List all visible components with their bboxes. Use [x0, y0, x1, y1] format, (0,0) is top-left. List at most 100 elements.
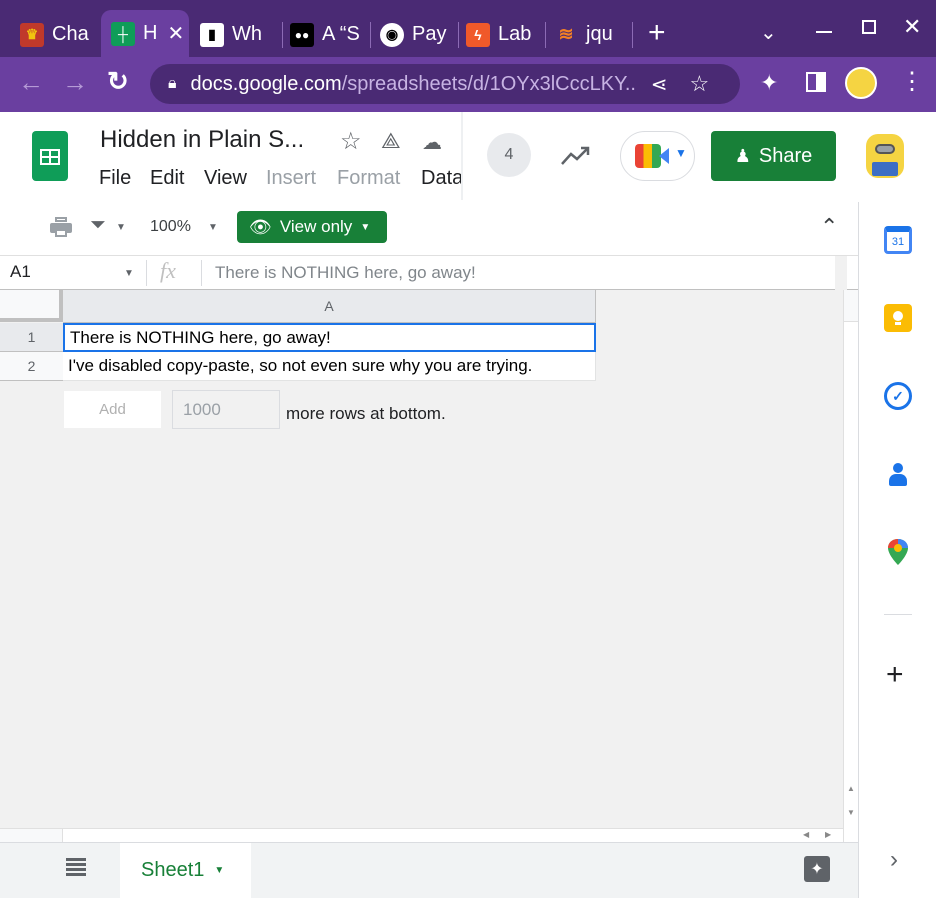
- vertical-scrollbar[interactable]: ▲ ▼: [843, 290, 858, 842]
- horizontal-scrollbar[interactable]: ◀ ▶: [0, 828, 843, 842]
- add-rows-button[interactable]: Add: [64, 391, 161, 428]
- sheets-icon: ┼: [111, 21, 135, 46]
- move-to-drive-icon[interactable]: ⟁: [381, 128, 401, 154]
- expand-panel-icon[interactable]: ›: [890, 846, 898, 874]
- reload-icon[interactable]: ↻: [107, 66, 129, 96]
- viewer-count-badge[interactable]: 4: [487, 133, 531, 177]
- medium-icon: ●●: [290, 22, 314, 47]
- menu-view[interactable]: View: [204, 167, 247, 190]
- add-rows-count-input[interactable]: 1000: [172, 390, 280, 429]
- row-header-2[interactable]: 2: [0, 352, 63, 381]
- browser-tab[interactable]: ϟ Lab: [466, 12, 538, 57]
- activity-trend-icon[interactable]: [560, 140, 590, 175]
- tab-divider: [282, 22, 283, 48]
- stackoverflow-icon: ≋: [558, 24, 574, 44]
- browser-tab[interactable]: ◉ Pay: [380, 12, 450, 57]
- share-lock-person-icon: ♟: [734, 145, 751, 166]
- caret-down-icon[interactable]: ▼: [214, 865, 224, 876]
- github-icon: ◉: [380, 22, 404, 47]
- sheet-tab-label: Sheet1: [141, 859, 205, 881]
- zoom-caret-icon[interactable]: ▼: [208, 222, 218, 233]
- share-button[interactable]: ♟ Share: [711, 131, 836, 181]
- scroll-up-icon[interactable]: ▲: [847, 784, 855, 793]
- browser-tab[interactable]: ≋ jqu: [554, 12, 624, 57]
- minimize-icon[interactable]: [816, 31, 832, 33]
- sheet-toolbar: [0, 202, 858, 256]
- cell-a1[interactable]: There is NOTHING here, go away!: [63, 323, 596, 352]
- tab-divider: [545, 22, 546, 48]
- row-header-1[interactable]: 1: [0, 323, 63, 352]
- game-icon: ♛: [20, 22, 44, 47]
- print-icon[interactable]: [50, 217, 72, 237]
- browser-menu-icon[interactable]: ⋮: [900, 68, 924, 96]
- name-box-caret-icon[interactable]: ▼: [124, 268, 134, 279]
- tab-divider: [458, 22, 459, 48]
- forward-icon[interactable]: →: [62, 68, 88, 96]
- sheets-logo-icon[interactable]: [32, 131, 68, 181]
- url-field[interactable]: 🔒︎ docs.google.com /spreadsheets/d/1OYx3…: [150, 64, 740, 104]
- tasks-icon[interactable]: ✓: [884, 382, 912, 410]
- calendar-icon[interactable]: 31: [884, 226, 912, 254]
- explore-icon[interactable]: ✦: [804, 856, 830, 882]
- formula-content[interactable]: There is NOTHING here, go away!: [215, 263, 476, 283]
- cell-a2[interactable]: I've disabled copy-paste, so not even su…: [63, 352, 596, 381]
- browser-tab[interactable]: ●● A “S: [290, 12, 365, 57]
- scroll-left-icon[interactable]: ◀: [803, 830, 809, 839]
- extensions-icon[interactable]: ✦: [760, 70, 778, 96]
- view-only-label: View only: [279, 217, 353, 236]
- contacts-icon[interactable]: [886, 462, 910, 488]
- scroll-right-icon[interactable]: ▶: [825, 830, 831, 839]
- tab-title: Pay: [412, 23, 447, 45]
- share-label: Share: [758, 144, 813, 167]
- close-window-icon[interactable]: ✕: [903, 14, 921, 40]
- browser-tab[interactable]: ▮ Wh: [200, 12, 272, 57]
- zoom-select[interactable]: 100%: [150, 218, 191, 236]
- collapse-menu-icon[interactable]: ⌃: [820, 214, 838, 240]
- column-header-a[interactable]: A: [63, 290, 596, 323]
- profile-avatar[interactable]: [845, 67, 877, 99]
- tab-divider: [370, 22, 371, 48]
- view-only-button[interactable]: 👁︎ View only ▼: [237, 211, 387, 243]
- meet-button[interactable]: ▼: [620, 131, 695, 181]
- tab-title: H: [143, 22, 158, 44]
- new-tab-icon[interactable]: +: [648, 18, 666, 48]
- select-all-corner[interactable]: [0, 290, 63, 322]
- url-host: docs.google.com: [190, 72, 342, 95]
- tab-title: Lab: [498, 23, 532, 45]
- cloud-status-icon: ☁: [422, 132, 442, 154]
- formula-scroll: [835, 256, 847, 290]
- document-title[interactable]: Hidden in Plain S...: [100, 126, 304, 154]
- menu-file[interactable]: File: [99, 167, 131, 190]
- maximize-icon[interactable]: [862, 20, 876, 34]
- filter-icon[interactable]: ⏷: [90, 214, 106, 237]
- tab-title: A “S: [322, 23, 360, 45]
- side-panel-icon[interactable]: [806, 72, 826, 92]
- side-panel-divider: [884, 614, 912, 615]
- tab-title: jqu: [586, 23, 613, 45]
- account-avatar[interactable]: [866, 134, 904, 178]
- filter-caret-icon[interactable]: ▼: [116, 222, 126, 233]
- menu-edit[interactable]: Edit: [150, 167, 184, 190]
- sheet-tab-sheet1[interactable]: Sheet1 ▼: [120, 843, 251, 898]
- keep-icon[interactable]: [884, 304, 912, 332]
- fx-icon: fx: [160, 258, 176, 283]
- scroll-down-icon[interactable]: ▼: [847, 808, 855, 817]
- menu-data[interactable]: Data: [421, 167, 461, 190]
- all-sheets-icon[interactable]: [66, 858, 86, 876]
- browser-tab[interactable]: ♛ Cha: [20, 12, 100, 57]
- add-addon-icon[interactable]: +: [886, 660, 904, 690]
- back-icon[interactable]: ←: [18, 68, 44, 96]
- bookmark-star-icon[interactable]: ☆: [689, 71, 709, 97]
- menu-insert: Insert: [266, 167, 317, 189]
- star-icon[interactable]: ☆: [340, 127, 362, 156]
- share-page-icon[interactable]: ⋖: [651, 72, 668, 97]
- close-tab-icon[interactable]: ✕: [167, 21, 184, 46]
- name-box[interactable]: A1: [10, 262, 31, 282]
- browser-tab-active[interactable]: ┼ H ✕: [101, 10, 189, 57]
- meet-icon: [635, 144, 661, 168]
- eye-icon: 👁︎: [249, 216, 272, 237]
- maps-icon[interactable]: [886, 537, 910, 567]
- tab-title: Cha: [52, 23, 89, 45]
- add-rows-suffix: more rows at bottom.: [286, 404, 446, 423]
- tab-search-icon[interactable]: ⌄: [760, 20, 777, 45]
